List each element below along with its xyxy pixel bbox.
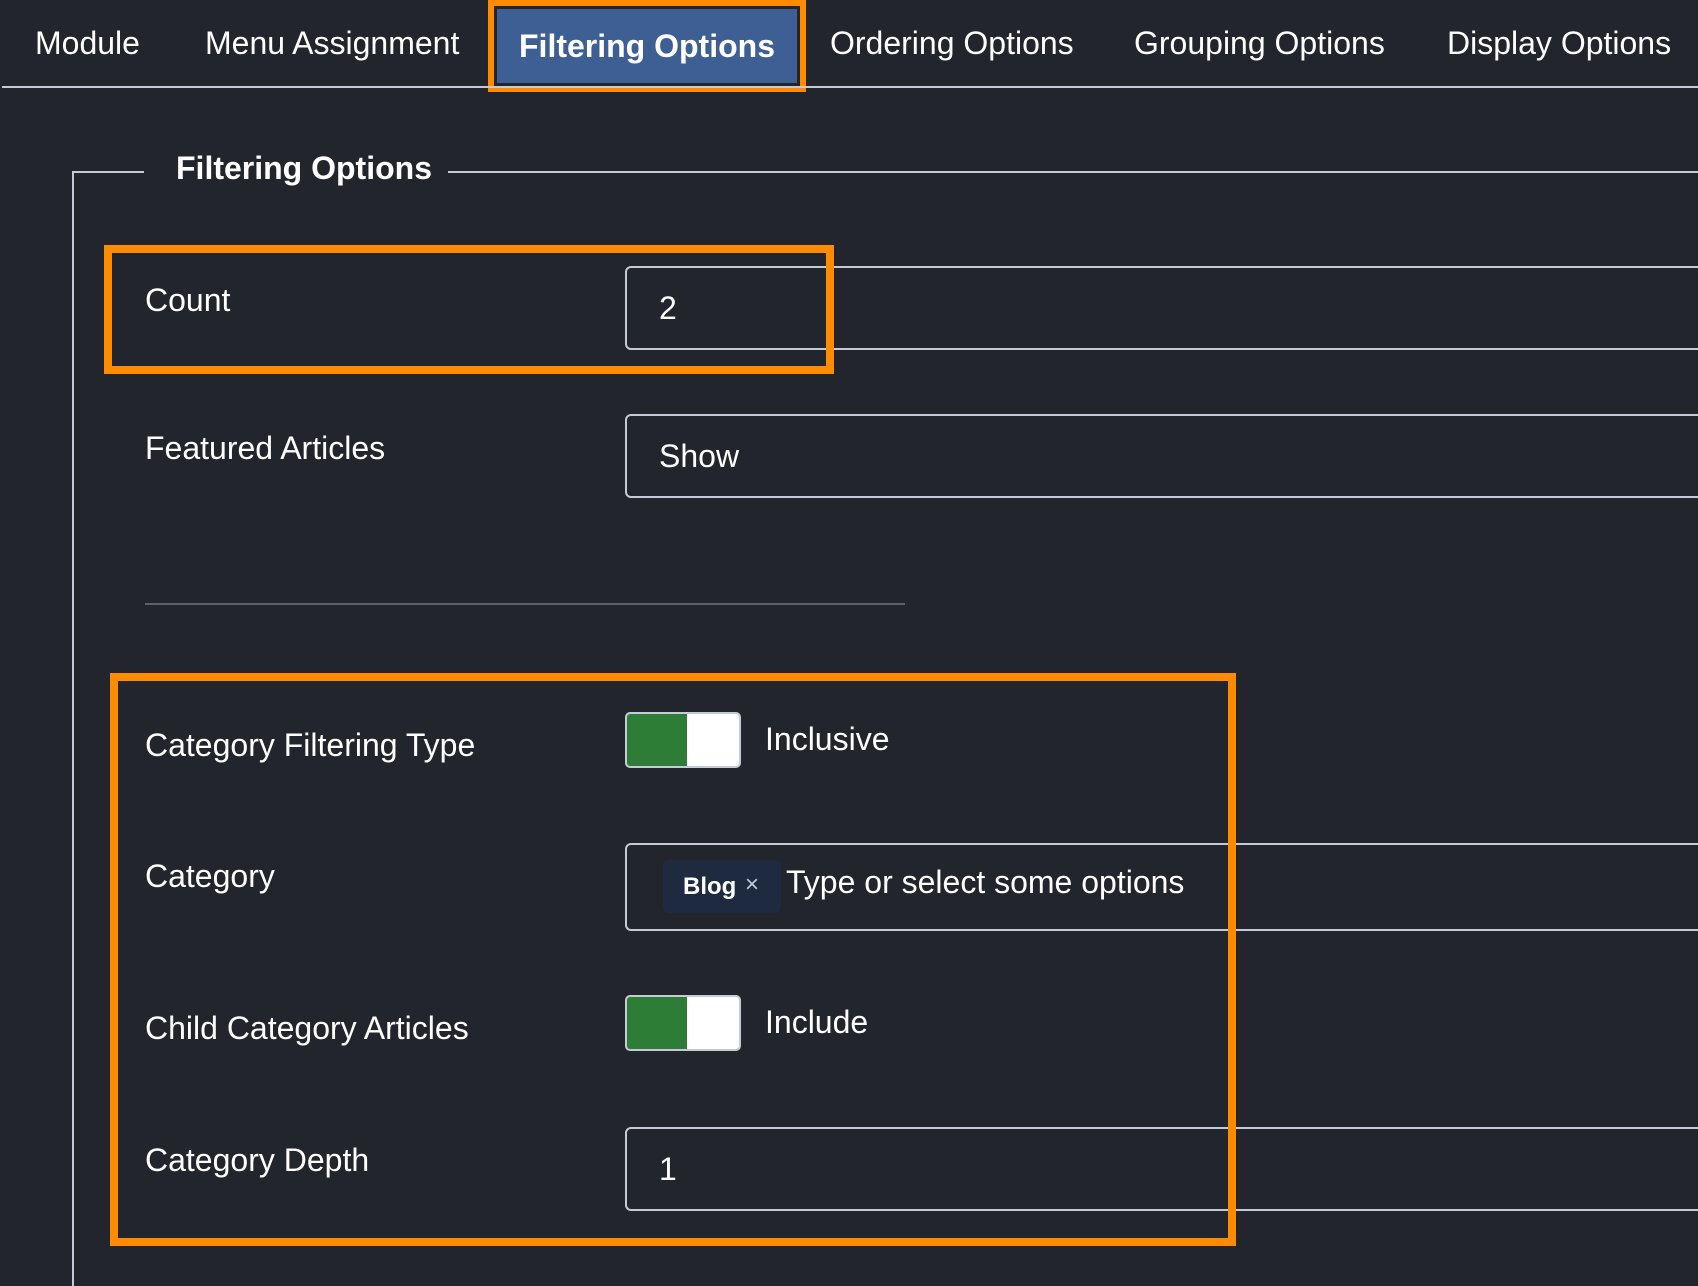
tab-menu-assignment[interactable]: Menu Assignment xyxy=(205,0,459,86)
count-label: Count xyxy=(145,282,231,318)
category-chip-blog: Blog × xyxy=(663,860,781,913)
child-category-articles-state: Include xyxy=(765,1004,869,1040)
category-filtering-type-state: Inclusive xyxy=(765,721,890,757)
fieldset-border-top-left xyxy=(72,171,144,173)
category-filtering-type-label: Category Filtering Type xyxy=(145,727,476,763)
category-filtering-type-toggle[interactable] xyxy=(625,712,741,768)
chip-remove-icon[interactable]: × xyxy=(745,871,759,899)
tab-bar: Module Menu Assignment Filtering Options… xyxy=(0,0,1698,92)
tab-module[interactable]: Module xyxy=(35,0,140,86)
category-label: Category xyxy=(145,858,275,894)
child-category-articles-label: Child Category Articles xyxy=(145,1010,469,1046)
tab-bar-divider xyxy=(2,86,1698,88)
fieldset-border-left xyxy=(72,171,74,1286)
featured-articles-label: Featured Articles xyxy=(145,430,386,466)
category-search-placeholder[interactable]: Type or select some options xyxy=(786,864,1184,901)
tab-grouping-options[interactable]: Grouping Options xyxy=(1134,0,1385,86)
tab-ordering-options[interactable]: Ordering Options xyxy=(830,0,1074,86)
featured-articles-select[interactable]: Show xyxy=(625,414,1698,498)
category-depth-label: Category Depth xyxy=(145,1142,370,1178)
count-input[interactable] xyxy=(625,266,1698,350)
tab-filtering-options-highlight: Filtering Options xyxy=(488,0,806,92)
fieldset-border-top-right xyxy=(448,171,1698,173)
child-category-articles-toggle[interactable] xyxy=(625,995,741,1051)
category-depth-input[interactable] xyxy=(625,1127,1698,1211)
toggle-on-indicator xyxy=(627,714,687,766)
tab-filtering-options[interactable]: Filtering Options xyxy=(497,9,797,83)
tab-display-options[interactable]: Display Options xyxy=(1447,0,1671,86)
chip-label: Blog xyxy=(683,873,737,900)
section-separator xyxy=(145,603,905,605)
fieldset-legend: Filtering Options xyxy=(176,150,432,186)
featured-articles-value: Show xyxy=(659,438,740,474)
toggle-on-indicator xyxy=(627,997,687,1049)
